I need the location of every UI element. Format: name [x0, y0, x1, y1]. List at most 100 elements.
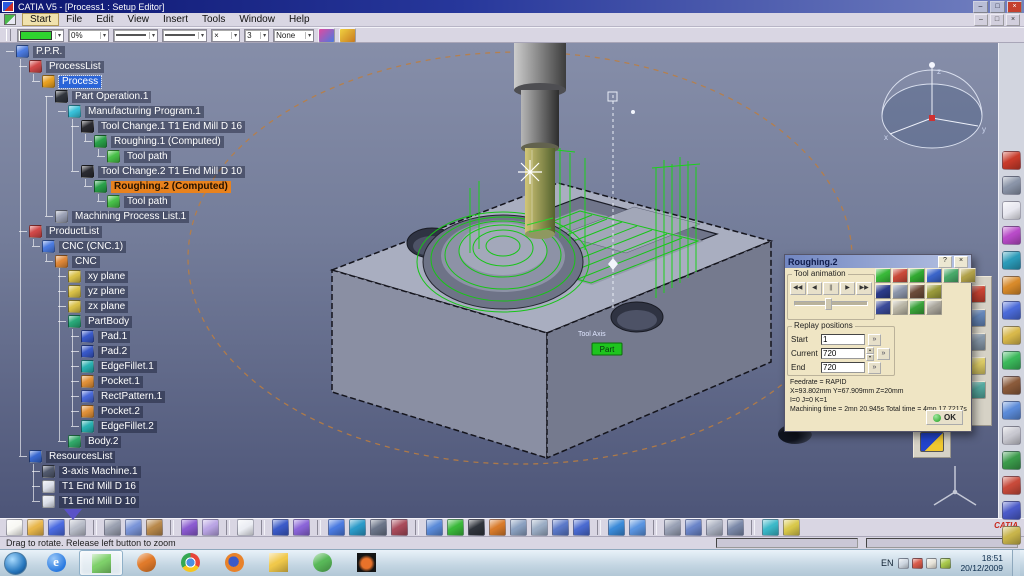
roughing-icon[interactable] — [94, 180, 107, 193]
tree-node-label[interactable]: CNC (CNC.1) — [59, 241, 126, 253]
pocketing-button[interactable] — [1002, 301, 1021, 320]
pocket-icon[interactable] — [81, 405, 94, 418]
wizard-icon[interactable] — [339, 28, 356, 43]
open-button[interactable] — [27, 519, 44, 536]
replay-slider[interactable] — [794, 301, 868, 306]
tree-node-label[interactable]: RectPattern.1 — [98, 391, 165, 403]
plunge-check-button[interactable] — [943, 268, 959, 283]
tool-change-icon[interactable] — [81, 120, 94, 133]
sweep-roughing-button[interactable] — [1002, 401, 1021, 420]
line-type-dropdown[interactable]: ▾ — [113, 29, 158, 42]
paste-button[interactable] — [146, 519, 163, 536]
profile-contouring-button[interactable] — [1002, 351, 1021, 370]
tree-node-label[interactable]: EdgeFillet.1 — [98, 361, 157, 373]
formula-fx-button[interactable] — [272, 519, 289, 536]
shading-edges-button[interactable] — [685, 519, 702, 536]
associate-video-button[interactable] — [926, 300, 942, 315]
machining-process-button[interactable] — [1002, 226, 1021, 245]
go-to-start-button[interactable]: ◀◀ — [790, 282, 806, 295]
current-position-input[interactable] — [821, 348, 865, 359]
tree-node-label[interactable]: Roughing.2 (Computed) — [111, 181, 231, 193]
gear-green-button[interactable] — [1002, 451, 1021, 470]
tool-display-button[interactable] — [960, 268, 976, 283]
tree-node-label[interactable]: P.P.R. — [33, 46, 65, 58]
pencil-button[interactable] — [1002, 426, 1021, 445]
partbody-icon[interactable] — [68, 315, 81, 328]
pocket-icon[interactable] — [81, 375, 94, 388]
plane-icon[interactable] — [68, 285, 81, 298]
edge-fillet-icon[interactable] — [81, 420, 94, 433]
whats-this-button[interactable] — [237, 519, 254, 536]
rect-pattern-icon[interactable] — [81, 390, 94, 403]
point-symbol-dropdown[interactable]: × ▾ — [211, 29, 240, 42]
media-orb-taskbar-button[interactable] — [125, 550, 167, 574]
facing-button[interactable] — [1002, 326, 1021, 345]
pad-icon[interactable] — [81, 330, 94, 343]
forward-replay-button[interactable] — [875, 268, 891, 283]
process-list-icon[interactable] — [29, 60, 42, 73]
fit-all-in-button[interactable] — [447, 519, 464, 536]
dialog-title-bar[interactable]: Roughing.2 ? × — [785, 255, 971, 268]
camera-button[interactable] — [1002, 276, 1021, 295]
tree-node-label[interactable]: Tool Change.1 T1 End Mill D 16 — [98, 121, 245, 133]
movie-maker-taskbar-button[interactable] — [79, 550, 123, 576]
antivirus-icon[interactable] — [912, 558, 923, 569]
film-recorder-button[interactable] — [391, 519, 408, 536]
plane-icon[interactable] — [68, 270, 81, 283]
continuous-replay-button[interactable] — [909, 268, 925, 283]
machine-head-button[interactable] — [875, 284, 891, 299]
select-button[interactable] — [1002, 201, 1021, 220]
end-mill-icon[interactable] — [42, 480, 55, 493]
rotate-button[interactable] — [489, 519, 506, 536]
menu-window[interactable]: Window — [232, 13, 282, 26]
machine-icon[interactable] — [42, 465, 55, 478]
iso-view-button[interactable] — [629, 519, 646, 536]
hidden-line-button[interactable] — [727, 519, 744, 536]
fill-color-dropdown[interactable]: ▾ — [17, 29, 64, 42]
quick-view-button[interactable] — [608, 519, 625, 536]
firefox-taskbar-button[interactable] — [213, 550, 255, 574]
pause-button[interactable]: || — [823, 282, 839, 295]
menu-start[interactable]: Start — [22, 13, 59, 26]
tree-node-label[interactable]: Manufacturing Program.1 — [85, 106, 204, 118]
ground-button[interactable] — [762, 519, 779, 536]
tree-node-label[interactable]: Roughing.1 (Computed) — [111, 136, 224, 148]
tree-node-label[interactable]: Pocket.1 — [98, 376, 143, 388]
image-capture-button[interactable] — [370, 519, 387, 536]
tree-node-label[interactable]: T1 End Mill D 10 — [59, 496, 139, 508]
graph-tool-button[interactable] — [349, 519, 366, 536]
tree-node-label[interactable]: xy plane — [85, 271, 128, 283]
step-backward-button[interactable]: ◀ — [807, 282, 823, 295]
tree-node-label[interactable]: Machining Process List.1 — [72, 211, 189, 223]
spinner-up-icon[interactable]: ▴ — [866, 347, 874, 354]
photoshop-taskbar-button[interactable] — [345, 550, 387, 574]
ruler-button[interactable] — [783, 519, 800, 536]
end-position-input[interactable] — [821, 362, 865, 373]
windows-explorer-taskbar-button[interactable] — [257, 550, 299, 574]
end-jump-button[interactable]: » — [868, 362, 881, 374]
current-jump-button[interactable]: » — [877, 348, 890, 360]
multi-view-button[interactable] — [573, 519, 590, 536]
ok-button[interactable]: OK — [926, 410, 963, 425]
child-minimize-button[interactable]: – — [974, 14, 988, 26]
painter-icon[interactable] — [318, 28, 335, 43]
hidden-icons-icon[interactable] — [898, 558, 909, 569]
machining-process-list-icon[interactable] — [55, 210, 68, 223]
menu-view[interactable]: View — [120, 13, 156, 26]
shading-button[interactable] — [664, 519, 681, 536]
tree-node-label[interactable]: Tool path — [124, 196, 171, 208]
pan-button[interactable] — [468, 519, 485, 536]
manufacturing-program-icon[interactable] — [68, 105, 81, 118]
save-button[interactable] — [48, 519, 65, 536]
tree-node-label[interactable]: ResourcesList — [46, 451, 115, 463]
process-icon[interactable] — [42, 75, 55, 88]
volume-icon[interactable] — [940, 558, 951, 569]
plane-icon[interactable] — [68, 300, 81, 313]
maximize-button[interactable]: □ — [990, 1, 1005, 13]
slider-thumb[interactable] — [825, 298, 832, 310]
wireframe-button[interactable] — [706, 519, 723, 536]
tool-change-icon[interactable] — [81, 165, 94, 178]
tree-node-label[interactable]: ProductList — [46, 226, 102, 238]
pad-icon[interactable] — [81, 345, 94, 358]
resources-list-icon[interactable] — [29, 450, 42, 463]
